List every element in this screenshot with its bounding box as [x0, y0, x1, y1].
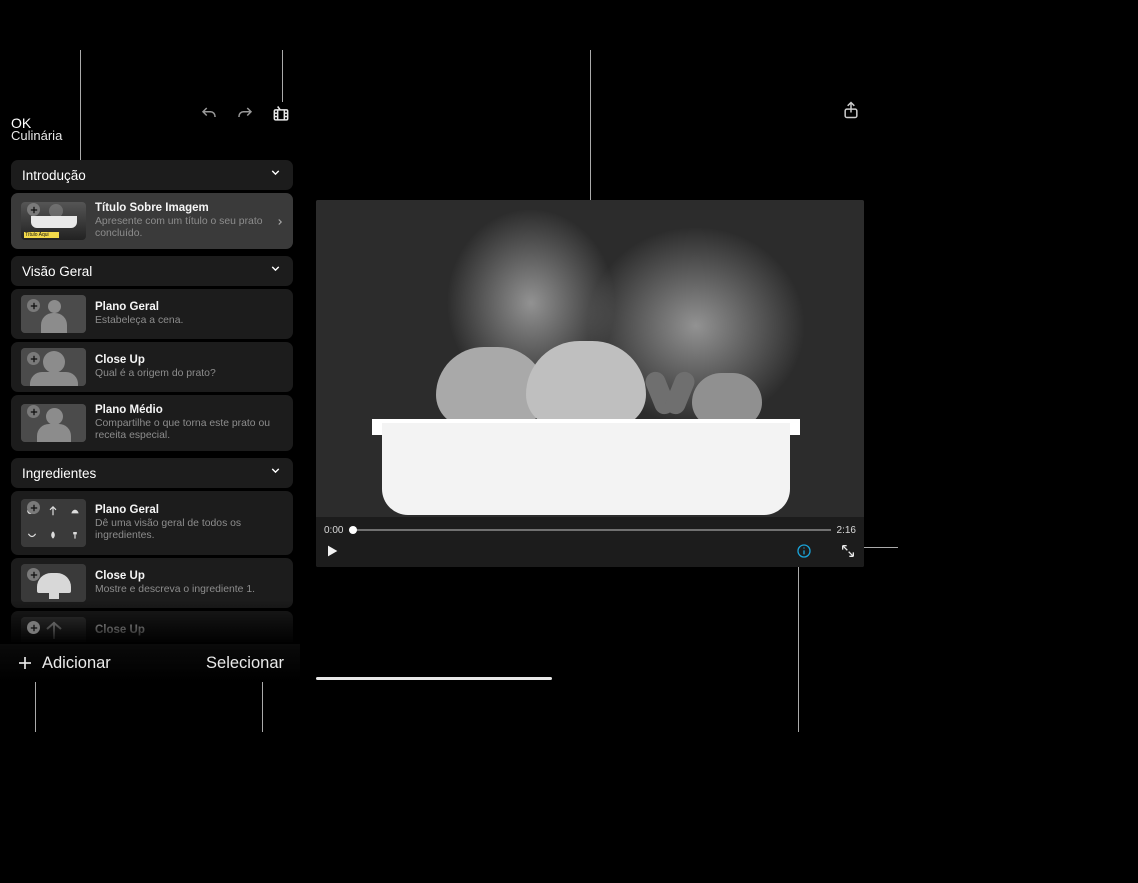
share-icon[interactable]	[841, 100, 863, 122]
add-media-icon[interactable]	[27, 299, 40, 312]
shot-desc: Compartilhe o que torna este prato ou re…	[95, 418, 279, 442]
redo-icon[interactable]	[234, 103, 256, 125]
shot-text: Título Sobre Imagem Apresente com um tít…	[95, 202, 285, 240]
viewer-controls: 0:00 2:16	[316, 517, 864, 567]
shot-title: Close Up	[95, 624, 279, 637]
chevron-down-icon	[269, 262, 282, 280]
project-title: Culinária	[11, 128, 62, 143]
shot-row-overview-wide[interactable]: Plano GeralEstabeleça a cena.	[11, 289, 293, 339]
add-media-icon[interactable]	[27, 621, 40, 634]
section-header-overview[interactable]: Visão Geral	[11, 256, 293, 286]
shot-desc: Apresente com um título o seu prato conc…	[95, 216, 279, 240]
callout-line	[282, 50, 283, 102]
shot-title: Close Up	[95, 354, 279, 367]
playhead-track[interactable]: 0:00 2:16	[324, 523, 856, 537]
shot-title: Close Up	[95, 570, 279, 583]
section-label: Ingredientes	[22, 466, 96, 481]
sidebar-bottom-bar: Adicionar Selecionar	[0, 644, 300, 682]
time-start: 0:00	[324, 525, 343, 536]
shot-title: Plano Geral	[95, 301, 279, 314]
section-label: Visão Geral	[22, 264, 92, 279]
add-button-label: Adicionar	[42, 654, 111, 673]
shot-list: Introdução Título Aqui Título Sobre Imag…	[11, 160, 293, 642]
shot-row-title-over-image[interactable]: Título Aqui Título Sobre Imagem Apresent…	[11, 193, 293, 249]
illustration-plate	[382, 423, 790, 515]
preview-canvas	[316, 200, 864, 567]
fullscreen-icon[interactable]	[840, 543, 856, 559]
chevron-down-icon	[269, 166, 282, 184]
preview-viewer: 0:00 2:16	[316, 200, 864, 567]
shot-title: Plano Médio	[95, 404, 279, 417]
storyboard-toggle-icon[interactable]	[270, 103, 292, 125]
time-end: 2:16	[837, 525, 856, 536]
tips-icon[interactable]	[796, 543, 812, 559]
add-media-icon[interactable]	[27, 352, 40, 365]
add-media-icon[interactable]	[27, 501, 40, 514]
add-button[interactable]: Adicionar	[16, 654, 111, 673]
shot-row-ingredients-closeup-1[interactable]: Close UpMostre e descreva o ingrediente …	[11, 558, 293, 608]
shot-desc: Estabeleça a cena.	[95, 315, 279, 327]
add-media-icon[interactable]	[27, 568, 40, 581]
illustration-food	[526, 341, 646, 427]
shot-row-ingredients-closeup-2[interactable]: Close Up	[11, 611, 293, 642]
section-label: Introdução	[22, 168, 86, 183]
callout-line	[590, 50, 591, 202]
select-button[interactable]: Selecionar	[206, 654, 284, 673]
shot-desc: Qual é a origem do prato?	[95, 368, 279, 380]
playhead-icon[interactable]	[349, 526, 357, 534]
shot-desc: Mostre e descreva o ingrediente 1.	[95, 584, 279, 596]
chevron-right-icon	[275, 215, 285, 233]
shot-title: Plano Geral	[95, 504, 279, 517]
undo-icon[interactable]	[198, 103, 220, 125]
add-media-icon[interactable]	[27, 203, 40, 216]
section-header-ingredients[interactable]: Ingredientes	[11, 458, 293, 488]
section-header-intro[interactable]: Introdução	[11, 160, 293, 190]
play-icon[interactable]	[324, 543, 340, 559]
timeline-bar[interactable]	[349, 529, 830, 531]
shot-row-ingredients-wide[interactable]: Plano GeralDê uma visão geral de todos o…	[11, 491, 293, 555]
add-media-icon[interactable]	[27, 405, 40, 418]
chevron-down-icon	[269, 464, 282, 482]
callout-line	[858, 547, 898, 548]
shot-row-overview-closeup[interactable]: Close UpQual é a origem do prato?	[11, 342, 293, 392]
home-indicator	[316, 677, 552, 680]
shot-desc: Dê uma visão geral de todos os ingredien…	[95, 518, 279, 542]
callout-line	[798, 558, 799, 732]
shot-title: Título Sobre Imagem	[95, 202, 279, 215]
shot-row-overview-medium[interactable]: Plano MédioCompartilhe o que torna este …	[11, 395, 293, 451]
